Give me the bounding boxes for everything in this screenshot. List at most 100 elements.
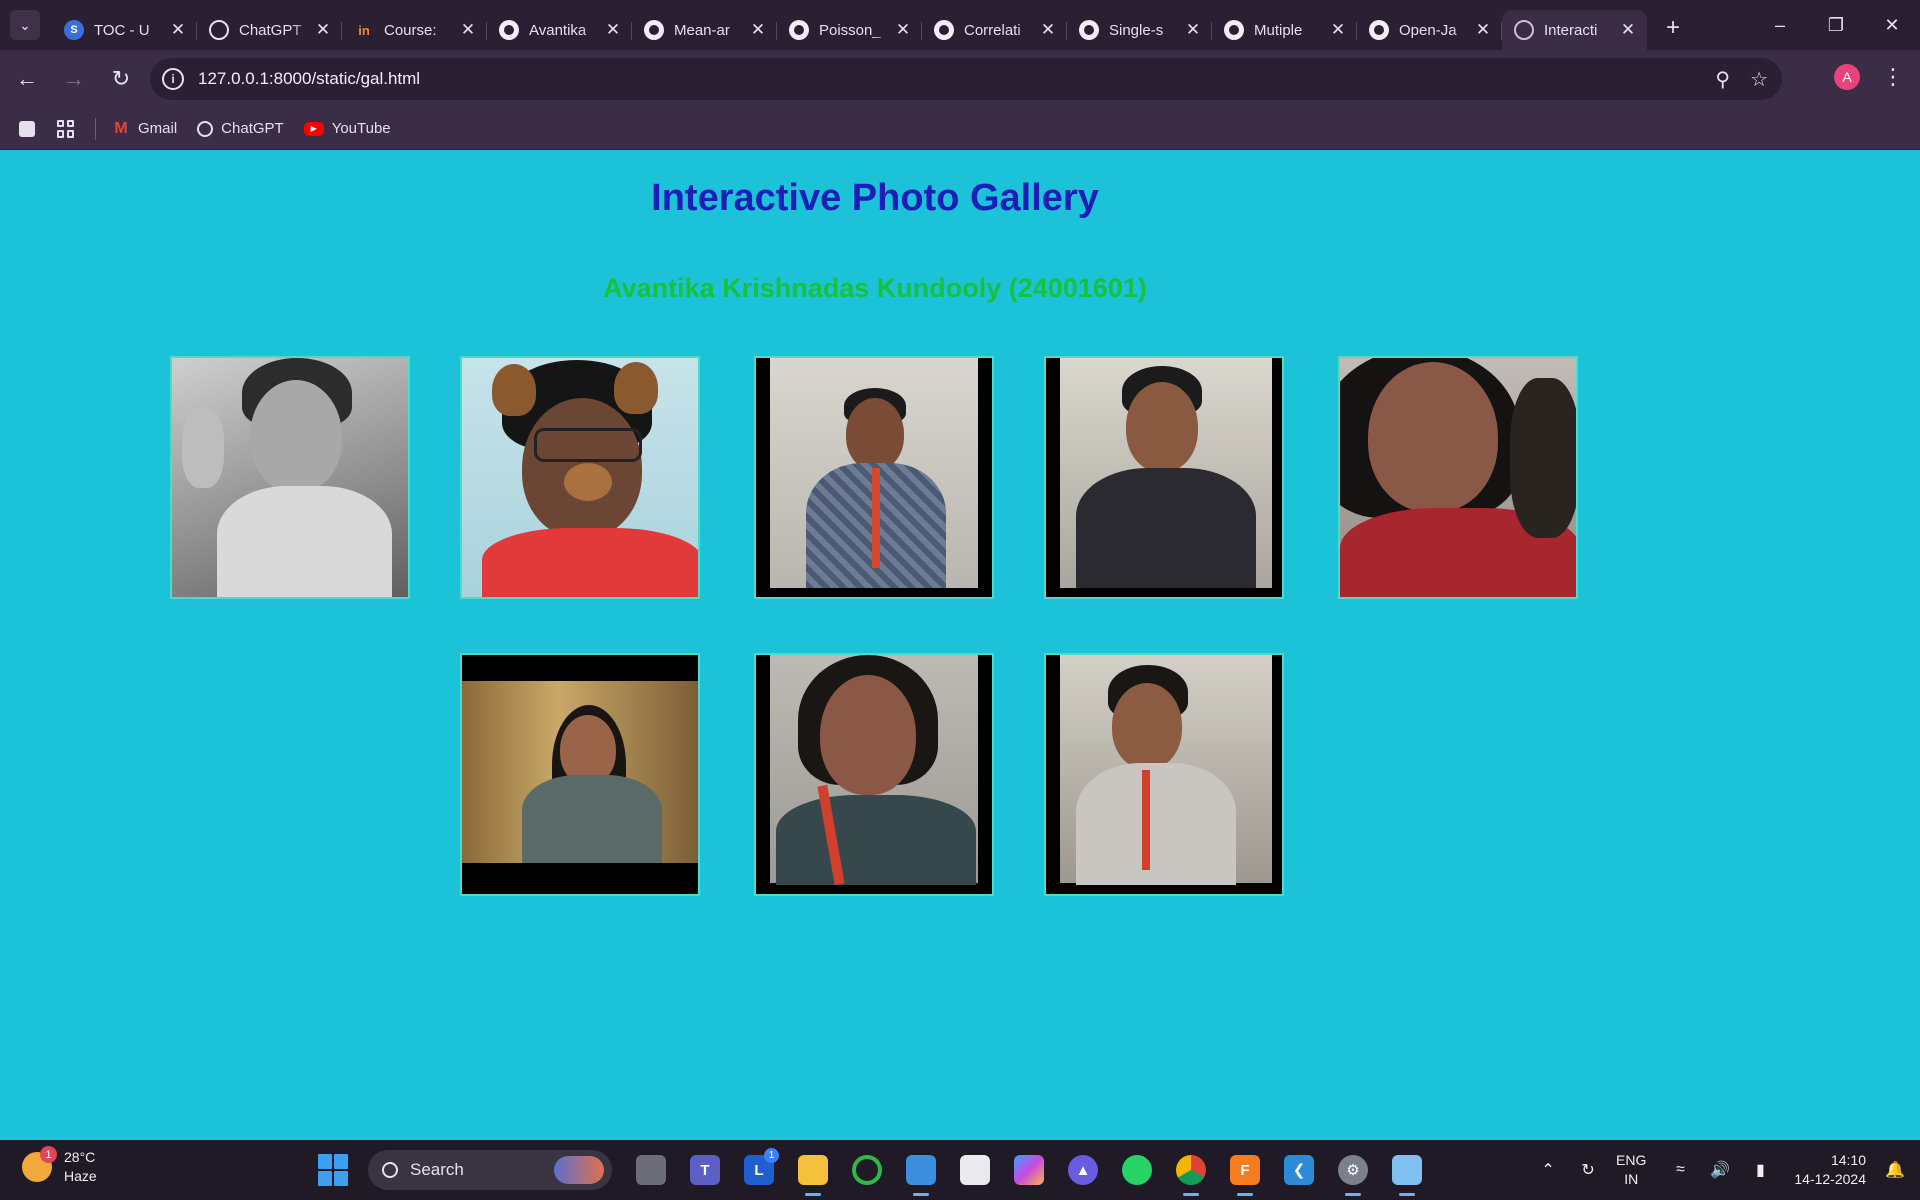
- close-icon[interactable]: ✕: [169, 20, 187, 40]
- photo-5[interactable]: [1338, 356, 1578, 599]
- tab-poisson[interactable]: Poisson_ ✕: [777, 10, 922, 50]
- start-button[interactable]: [318, 1154, 350, 1186]
- close-icon[interactable]: ✕: [1039, 20, 1057, 40]
- tab-chatgpt[interactable]: ChatGPT ✕: [197, 10, 342, 50]
- close-icon[interactable]: ✕: [314, 20, 332, 40]
- site-info-icon[interactable]: i: [162, 68, 184, 90]
- store-app[interactable]: [953, 1148, 997, 1192]
- toc-icon: S: [64, 20, 84, 40]
- tab-toc[interactable]: S TOC - U ✕: [52, 10, 197, 50]
- sync-icon[interactable]: ↻: [1574, 1160, 1602, 1180]
- photo-body: [1076, 763, 1236, 885]
- chatgpt-icon: [209, 20, 229, 40]
- photo-6[interactable]: [460, 653, 700, 896]
- close-icon[interactable]: ✕: [749, 20, 767, 40]
- lanyard: [872, 468, 880, 568]
- tab-course[interactable]: in Course: ✕: [342, 10, 487, 50]
- close-icon[interactable]: ✕: [894, 20, 912, 40]
- windows-taskbar: 1 28°C Haze Search T L1 ▲ F ❮ ⚙ ⌃ ↻ ENG …: [0, 1140, 1920, 1200]
- profile-avatar[interactable]: A: [1834, 64, 1860, 90]
- weather-condition: Haze: [64, 1168, 97, 1184]
- notepad-app[interactable]: [1385, 1148, 1429, 1196]
- settings-app[interactable]: ⚙: [1331, 1148, 1375, 1196]
- chrome-app[interactable]: [1169, 1148, 1213, 1196]
- address-bar[interactable]: i 127.0.0.1:8000/static/gal.html ⚲ ☆: [150, 58, 1782, 100]
- zoom-icon[interactable]: ⚲: [1715, 67, 1730, 92]
- photo-8[interactable]: [1044, 653, 1284, 896]
- teams-app[interactable]: T: [683, 1148, 727, 1192]
- forward-button[interactable]: →: [54, 59, 94, 99]
- taskbar-search[interactable]: Search: [368, 1150, 612, 1190]
- vscode-app[interactable]: ❮: [1277, 1148, 1321, 1192]
- bookmark-youtube[interactable]: ▶ YouTube: [303, 120, 391, 137]
- chevron-up-icon[interactable]: ⌃: [1534, 1160, 1562, 1180]
- github-icon: [1224, 20, 1244, 40]
- browser-menu-button[interactable]: ⋮: [1880, 62, 1906, 92]
- close-icon[interactable]: ✕: [604, 20, 622, 40]
- minimize-button[interactable]: –: [1752, 0, 1808, 50]
- tab-title: Open-Ja: [1399, 21, 1457, 39]
- copilot-app[interactable]: [1007, 1148, 1051, 1192]
- tab-correlation[interactable]: Correlati ✕: [922, 10, 1067, 50]
- bookmark-chatgpt[interactable]: ChatGPT: [197, 120, 284, 137]
- task-view-button[interactable]: [629, 1148, 673, 1192]
- photo-body: [217, 486, 392, 597]
- tab-search-button[interactable]: ⌄: [10, 10, 40, 40]
- photo-hair-side: [1510, 378, 1576, 538]
- photo-face: [1126, 382, 1198, 472]
- bookmark-gmail[interactable]: M Gmail: [112, 120, 177, 138]
- wifi-icon[interactable]: ≈: [1666, 1161, 1694, 1179]
- more-vert-icon: ⋮: [1882, 64, 1904, 89]
- clock[interactable]: 14:10 14-12-2024: [1794, 1151, 1866, 1189]
- l-app[interactable]: L1: [737, 1148, 781, 1192]
- tab-interactive-gallery[interactable]: Interacti ✕: [1502, 10, 1647, 50]
- tab-mean[interactable]: Mean-ar ✕: [632, 10, 777, 50]
- lanyard: [1142, 770, 1150, 870]
- bell-icon[interactable]: 🔔: [1880, 1160, 1910, 1180]
- close-window-button[interactable]: ✕: [1864, 0, 1920, 50]
- photo-2[interactable]: [460, 356, 700, 599]
- bookmark-label: YouTube: [331, 120, 391, 137]
- whatsapp-app[interactable]: [1115, 1148, 1159, 1192]
- running-indicator: [805, 1193, 821, 1196]
- reload-button[interactable]: ↻: [101, 59, 141, 99]
- search-highlight-icon: [554, 1156, 604, 1184]
- tab-list: S TOC - U ✕ ChatGPT ✕ in Course: ✕ Avant…: [52, 0, 1647, 50]
- tab-groups-icon[interactable]: [19, 120, 35, 137]
- close-icon[interactable]: ✕: [1474, 20, 1492, 40]
- photo-7[interactable]: [754, 653, 994, 896]
- battery-icon[interactable]: ▮: [1746, 1160, 1774, 1180]
- tab-open[interactable]: Open-Ja ✕: [1357, 10, 1502, 50]
- tab-multiple[interactable]: Mutiple ✕: [1212, 10, 1357, 50]
- volume-icon[interactable]: 🔊: [1706, 1160, 1734, 1180]
- close-icon[interactable]: ✕: [1329, 20, 1347, 40]
- github-icon: [1369, 20, 1389, 40]
- language-indicator[interactable]: ENG IN: [1616, 1151, 1646, 1189]
- window-controls: – ❐ ✕: [1752, 0, 1920, 50]
- proton-app[interactable]: ▲: [1061, 1148, 1105, 1192]
- photos-app[interactable]: [899, 1148, 943, 1196]
- url-text[interactable]: 127.0.0.1:8000/static/gal.html: [198, 69, 420, 89]
- photo-body: [522, 775, 662, 863]
- apps-grid-icon[interactable]: [57, 119, 75, 138]
- folder-icon: [798, 1155, 828, 1185]
- photo-1[interactable]: [170, 356, 410, 599]
- file-explorer-app[interactable]: [791, 1148, 835, 1196]
- close-icon[interactable]: ✕: [459, 20, 477, 40]
- close-icon[interactable]: ✕: [1619, 20, 1637, 40]
- photo-4[interactable]: [1044, 356, 1284, 599]
- fl-studio-app[interactable]: F: [1223, 1148, 1267, 1196]
- photo-3[interactable]: [754, 356, 994, 599]
- photo-face: [1368, 362, 1498, 512]
- new-tab-button[interactable]: +: [1655, 10, 1691, 46]
- weather-widget[interactable]: 1 28°C Haze: [22, 1146, 97, 1186]
- circle-app[interactable]: [845, 1148, 889, 1192]
- tab-avantika[interactable]: Avantika ✕: [487, 10, 632, 50]
- weather-haze-icon: 1: [22, 1146, 57, 1182]
- bookmark-star-icon[interactable]: ☆: [1750, 67, 1768, 92]
- back-button[interactable]: ←: [7, 59, 47, 99]
- language-line2: IN: [1624, 1171, 1639, 1187]
- tab-single[interactable]: Single-s ✕: [1067, 10, 1212, 50]
- restore-button[interactable]: ❐: [1808, 0, 1864, 50]
- close-icon[interactable]: ✕: [1184, 20, 1202, 40]
